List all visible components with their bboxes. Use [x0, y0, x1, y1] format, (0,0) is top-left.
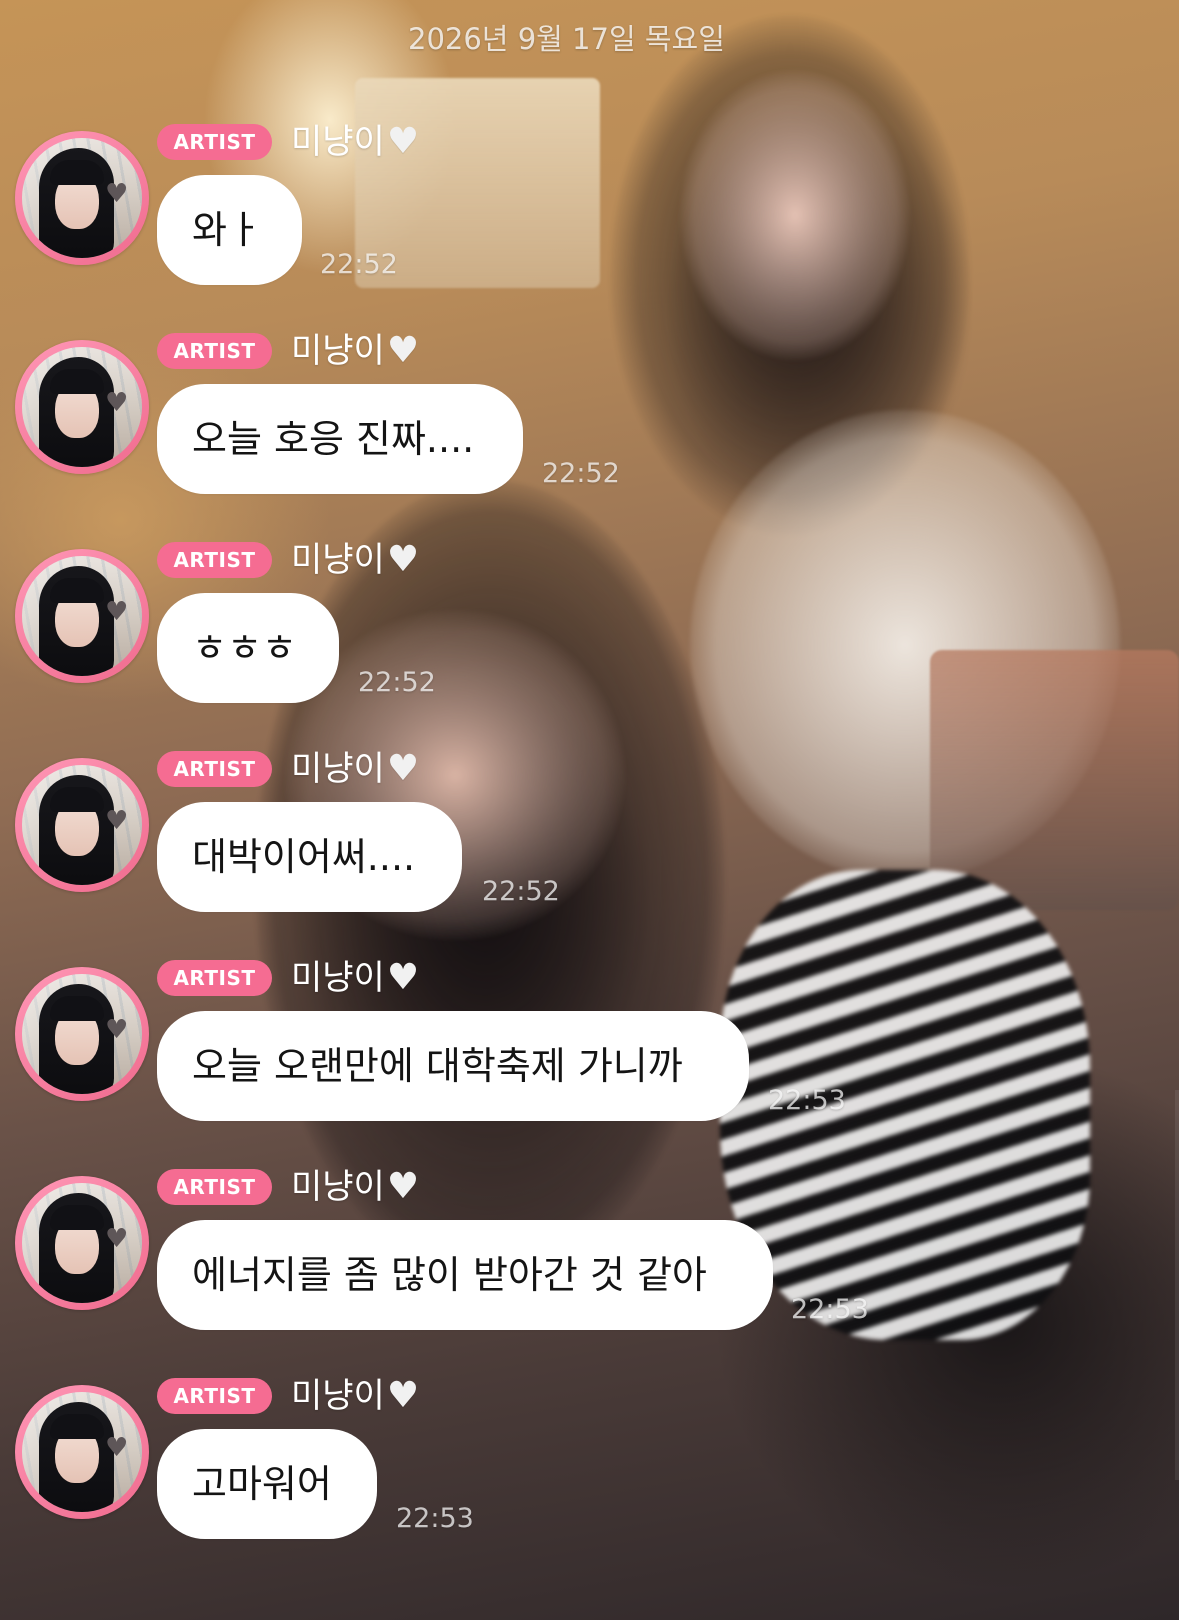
sender-name-text: 미냥이	[291, 749, 385, 789]
artist-badge: ARTIST	[157, 960, 272, 996]
avatar-bangs	[50, 578, 104, 603]
sender-name: 미냥이♥	[291, 538, 419, 582]
avatar-bangs	[50, 160, 104, 185]
artist-badge: ARTIST	[157, 1378, 272, 1414]
message-time: 22:53	[768, 1085, 846, 1116]
message-item[interactable]: ♥ ARTIST 미냥이♥ 에너지를 좀 많이 받아간 것 같아 22:53	[0, 1167, 1179, 1359]
message-time: 22:52	[482, 876, 560, 907]
message-bubble[interactable]: 고마워어	[157, 1429, 377, 1539]
artist-avatar[interactable]: ♥	[15, 1176, 149, 1310]
message-time: 22:52	[358, 667, 436, 698]
white-heart-icon: ♥	[386, 330, 420, 371]
artist-badge: ARTIST	[157, 333, 272, 369]
avatar-photo: ♥	[22, 1183, 142, 1303]
sender-name-text: 미냥이	[291, 1167, 385, 1207]
sender-name-text: 미냥이	[291, 1376, 385, 1416]
avatar-photo: ♥	[22, 347, 142, 467]
sender-name-text: 미냥이	[291, 958, 385, 998]
message-time: 22:53	[396, 1503, 474, 1534]
avatar-bangs	[50, 996, 104, 1021]
artist-avatar[interactable]: ♥	[15, 1385, 149, 1519]
sender-name-text: 미냥이	[291, 331, 385, 371]
message-item[interactable]: ♥ ARTIST 미냥이♥ 대박이어써.... 22:52	[0, 749, 1179, 941]
artist-avatar[interactable]: ♥	[15, 131, 149, 265]
message-bubble[interactable]: 오늘 오랜만에 대학축제 가니까	[157, 1011, 749, 1121]
message-item[interactable]: ♥ ARTIST 미냥이♥ 오늘 오랜만에 대학축제 가니까 22:53	[0, 958, 1179, 1150]
avatar-heart-icon: ♥	[105, 597, 129, 627]
chat-screen: 2026년 9월 17일 목요일 ♥ ARTIST 미냥이♥ 와ㅏ 22:52	[0, 0, 1179, 1620]
artist-badge: ARTIST	[157, 124, 272, 160]
avatar-bangs	[50, 369, 104, 394]
avatar-heart-icon: ♥	[105, 1224, 129, 1254]
avatar-photo: ♥	[22, 556, 142, 676]
avatar-photo: ♥	[22, 974, 142, 1094]
white-heart-icon: ♥	[386, 748, 420, 789]
message-item[interactable]: ♥ ARTIST 미냥이♥ 오늘 호응 진짜.... 22:52	[0, 331, 1179, 523]
avatar-heart-icon: ♥	[105, 179, 129, 209]
sender-name-text: 미냥이	[291, 540, 385, 580]
scroll-indicator[interactable]	[1175, 1090, 1179, 1480]
avatar-bangs	[50, 1414, 104, 1439]
message-item[interactable]: ♥ ARTIST 미냥이♥ ㅎㅎㅎ 22:52	[0, 540, 1179, 732]
artist-avatar[interactable]: ♥	[15, 340, 149, 474]
message-list[interactable]: ♥ ARTIST 미냥이♥ 와ㅏ 22:52 ♥ ARTIST 미냥이♥ 오늘 …	[0, 0, 1179, 1620]
message-bubble[interactable]: 와ㅏ	[157, 175, 302, 285]
avatar-heart-icon: ♥	[105, 1433, 129, 1463]
avatar-heart-icon: ♥	[105, 388, 129, 418]
message-bubble[interactable]: 대박이어써....	[157, 802, 462, 912]
message-time: 22:52	[542, 458, 620, 489]
message-bubble[interactable]: 에너지를 좀 많이 받아간 것 같아	[157, 1220, 773, 1330]
white-heart-icon: ♥	[386, 539, 420, 580]
avatar-heart-icon: ♥	[105, 806, 129, 836]
sender-name: 미냥이♥	[291, 329, 419, 373]
sender-name: 미냥이♥	[291, 120, 419, 164]
artist-badge: ARTIST	[157, 542, 272, 578]
artist-avatar[interactable]: ♥	[15, 967, 149, 1101]
avatar-photo: ♥	[22, 765, 142, 885]
avatar-bangs	[50, 1205, 104, 1230]
avatar-heart-icon: ♥	[105, 1015, 129, 1045]
message-bubble[interactable]: 오늘 호응 진짜....	[157, 384, 523, 494]
message-time: 22:53	[791, 1294, 869, 1325]
message-time: 22:52	[320, 249, 398, 280]
sender-name: 미냥이♥	[291, 747, 419, 791]
white-heart-icon: ♥	[386, 1375, 420, 1416]
avatar-photo: ♥	[22, 1392, 142, 1512]
message-bubble[interactable]: ㅎㅎㅎ	[157, 593, 339, 703]
message-item[interactable]: ♥ ARTIST 미냥이♥ 와ㅏ 22:52	[0, 122, 1179, 314]
message-item[interactable]: ♥ ARTIST 미냥이♥ 고마워어 22:53	[0, 1376, 1179, 1568]
avatar-photo: ♥	[22, 138, 142, 258]
white-heart-icon: ♥	[386, 1166, 420, 1207]
sender-name-text: 미냥이	[291, 122, 385, 162]
white-heart-icon: ♥	[386, 121, 420, 162]
artist-avatar[interactable]: ♥	[15, 758, 149, 892]
sender-name: 미냥이♥	[291, 956, 419, 1000]
artist-avatar[interactable]: ♥	[15, 549, 149, 683]
sender-name: 미냥이♥	[291, 1165, 419, 1209]
avatar-bangs	[50, 787, 104, 812]
artist-badge: ARTIST	[157, 1169, 272, 1205]
artist-badge: ARTIST	[157, 751, 272, 787]
white-heart-icon: ♥	[386, 957, 420, 998]
sender-name: 미냥이♥	[291, 1374, 419, 1418]
